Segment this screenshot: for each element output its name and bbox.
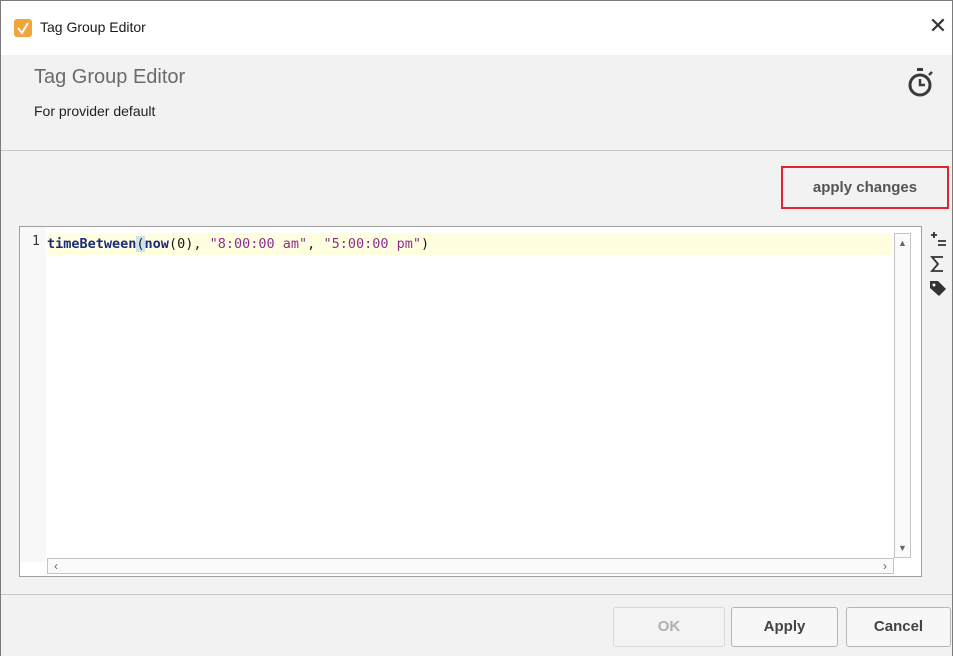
scroll-left-icon[interactable]: ‹: [54, 559, 58, 573]
dialog-footer: OK Apply Cancel: [1, 594, 952, 656]
expression-editor[interactable]: 1 timeBetween(now(0), "8:00:00 am", "5:0…: [19, 226, 922, 577]
apply-button[interactable]: Apply: [731, 607, 838, 647]
line-gutter: 1: [20, 227, 46, 562]
close-icon: ✕: [928, 14, 948, 39]
code-string-end: "5:00:00 pm": [323, 236, 421, 252]
code-line[interactable]: timeBetween(now(0), "8:00:00 am", "5:00:…: [47, 233, 892, 255]
line-number: 1: [32, 234, 40, 249]
scroll-down-icon[interactable]: ▼: [898, 543, 907, 553]
code-function-now: now: [144, 236, 169, 252]
code-separator: ,: [193, 236, 210, 252]
cancel-button[interactable]: Cancel: [846, 607, 951, 647]
page-title: Tag Group Editor: [34, 66, 186, 88]
scroll-up-icon[interactable]: ▲: [898, 238, 907, 248]
tag-group-editor-window: Tag Group Editor ✕ Tag Group Editor For …: [0, 0, 953, 656]
ok-button[interactable]: OK: [613, 607, 725, 647]
timer-icon: [904, 66, 936, 100]
scroll-right-icon[interactable]: ›: [883, 559, 887, 573]
code-paren-open: (: [136, 236, 145, 252]
code-separator: ,: [307, 236, 324, 252]
code-number: 0: [177, 236, 186, 252]
app-logo-icon: [14, 19, 32, 37]
window-title: Tag Group Editor: [40, 19, 146, 35]
vertical-scrollbar[interactable]: ▲ ▼: [894, 233, 911, 558]
horizontal-scrollbar[interactable]: ‹ ›: [47, 558, 894, 574]
code-arg-open: (: [168, 236, 178, 252]
code-function: timeBetween: [47, 236, 137, 252]
tag-icon[interactable]: [926, 277, 950, 299]
page-subtitle: For provider default: [34, 103, 156, 119]
title-bar: Tag Group Editor ✕: [1, 1, 952, 55]
code-string-start: "8:00:00 am": [209, 236, 308, 252]
sigma-function-icon[interactable]: [926, 253, 950, 275]
header: Tag Group Editor For provider default: [1, 55, 952, 151]
close-button[interactable]: ✕: [926, 14, 950, 40]
code-paren-close: ): [420, 236, 430, 252]
apply-changes-button[interactable]: apply changes: [781, 166, 949, 209]
insert-property-icon[interactable]: [926, 229, 950, 251]
